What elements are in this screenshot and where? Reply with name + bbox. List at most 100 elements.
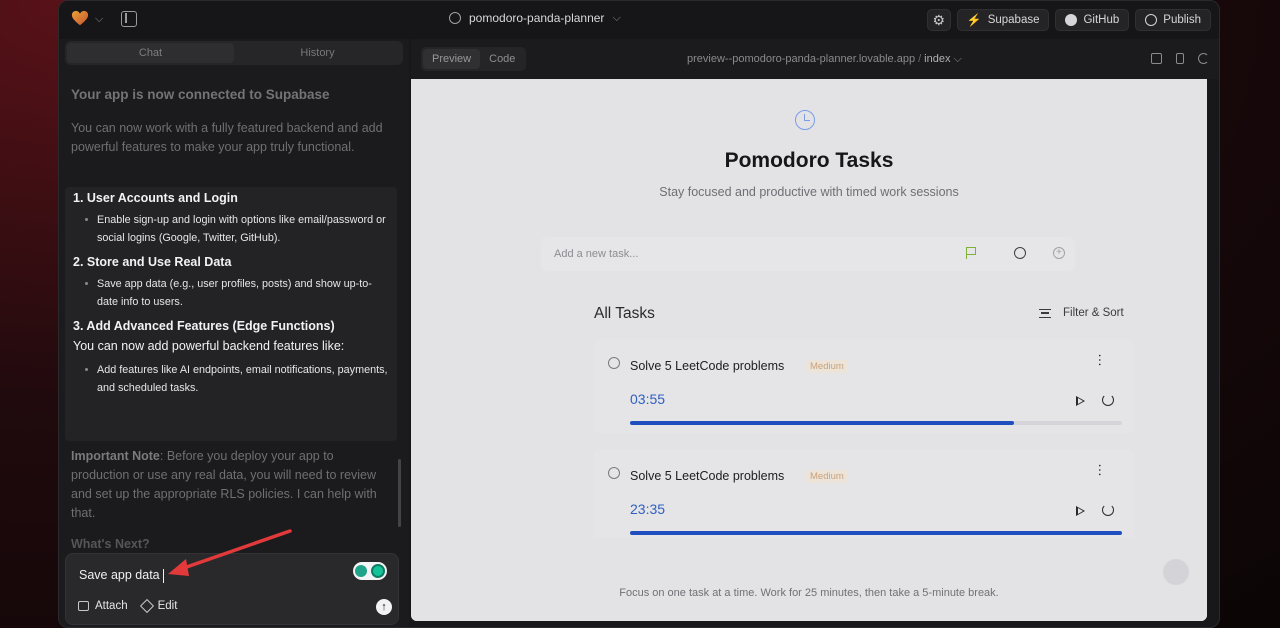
grammarly-widget[interactable]	[353, 562, 387, 580]
tab-code[interactable]: Code	[480, 49, 524, 69]
gear-icon: ⚙	[932, 11, 946, 28]
scroll-top-button[interactable]	[1163, 559, 1189, 585]
app-footer: Focus on one task at a time. Work for 25…	[619, 587, 999, 599]
preview-toolbar: Preview Code preview--pomodoro-panda-pla…	[411, 39, 1219, 79]
url-text: preview--pomodoro-panda-planner.lovable.…	[687, 53, 916, 65]
task-name: Solve 5 LeetCode problems	[630, 359, 785, 373]
note-label: Important Note	[71, 449, 160, 463]
input-actions: Attach Edit	[78, 598, 178, 614]
chat-scrollbar[interactable]	[398, 459, 401, 527]
chat-input[interactable]: Save app data	[79, 568, 164, 583]
progress-bar	[630, 531, 1122, 535]
edit-button[interactable]: Edit	[139, 598, 178, 614]
edit-label: Edit	[157, 600, 178, 612]
list-item: Add features like AI endpoints, email no…	[73, 361, 389, 397]
attach-button[interactable]: Attach	[78, 600, 128, 612]
github-label: GitHub	[1083, 14, 1120, 26]
clock-icon[interactable]	[1014, 247, 1026, 259]
chat-input-value: Save app data	[79, 568, 160, 582]
publish-label: Publish	[1163, 14, 1201, 26]
chat-tabs: Chat History	[65, 41, 403, 65]
task-checkbox[interactable]	[608, 467, 620, 479]
clock-icon	[795, 110, 815, 130]
settings-button[interactable]: ⚙	[926, 9, 951, 31]
play-icon[interactable]	[1076, 396, 1085, 406]
edit-icon	[139, 598, 154, 614]
github-icon	[1065, 14, 1078, 26]
tab-chat[interactable]: Chat	[67, 43, 234, 63]
message-intro: You can now work with a fully featured b…	[71, 121, 383, 154]
preview-frame: Pomodoro Tasks Stay focused and producti…	[411, 79, 1207, 621]
important-note: Important Note: Before you deploy your a…	[71, 447, 391, 523]
progress-fill	[630, 531, 1122, 535]
text-caret	[162, 568, 164, 583]
chevron-down-icon: ⌵	[612, 11, 621, 24]
url-separator: /	[918, 53, 922, 65]
tab-preview[interactable]: Preview	[423, 49, 481, 69]
chevron-down-icon[interactable]: ⌵	[95, 13, 103, 26]
preview-icons	[1151, 53, 1209, 64]
grammarly-assist-icon	[355, 565, 367, 577]
section-title: 3. Add Advanced Features (Edge Functions…	[73, 319, 335, 333]
preview-tabs: Preview Code	[421, 47, 527, 71]
add-task-input[interactable]: Add a new task...	[554, 248, 638, 260]
tab-history[interactable]: History	[234, 43, 401, 63]
message-card: 1. User Accounts and Login Enable sign-u…	[65, 187, 397, 441]
mobile-view-icon[interactable]	[1176, 53, 1184, 64]
play-icon[interactable]	[1076, 506, 1085, 516]
more-options-icon[interactable]: …	[1096, 353, 1112, 366]
section-title: 1. User Accounts and Login	[73, 191, 238, 205]
add-icon[interactable]: +	[1053, 247, 1065, 259]
top-bar: ⌵ pomodoro-panda-planner ⌵ ⚙ ⚡ Supabase …	[59, 1, 1219, 39]
globe-icon	[449, 12, 461, 24]
project-selector[interactable]: pomodoro-panda-planner ⌵	[449, 11, 621, 25]
filter-icon	[1039, 308, 1051, 318]
sidebar-toggle-icon[interactable]	[121, 11, 138, 27]
supabase-label: Supabase	[987, 14, 1040, 26]
flag-icon[interactable]	[966, 247, 976, 259]
list-item: Save app data (e.g., user profiles, post…	[73, 275, 389, 311]
url-page: index	[924, 53, 951, 65]
task-checkbox[interactable]	[608, 357, 620, 369]
priority-badge: Medium	[806, 470, 848, 483]
supabase-button[interactable]: ⚡ Supabase	[956, 9, 1050, 31]
section-title: 2. Store and Use Real Data	[73, 255, 232, 269]
heart-logo-icon[interactable]	[71, 10, 89, 28]
send-button[interactable]: ↑	[376, 599, 392, 615]
progress-fill	[630, 421, 1014, 425]
project-name: pomodoro-panda-planner	[469, 11, 605, 25]
list-item: Enable sign-up and login with options li…	[73, 211, 389, 247]
next-heading: What's Next?	[71, 537, 150, 551]
section-lead: You can now add powerful backend feature…	[73, 339, 345, 353]
task-card: Solve 5 LeetCode problems Medium … 03:55	[594, 339, 1134, 433]
preview-url[interactable]: preview--pomodoro-panda-planner.lovable.…	[687, 53, 962, 66]
progress-bar	[630, 421, 1122, 425]
open-external-icon[interactable]	[1151, 53, 1162, 64]
supabase-icon: ⚡	[966, 13, 982, 27]
reset-icon[interactable]	[1102, 504, 1114, 516]
chat-panel: Chat History Your app is now connected t…	[59, 39, 409, 627]
footer-area	[411, 537, 1207, 621]
app-title: Pomodoro Tasks	[724, 149, 894, 172]
task-timer: 23:35	[630, 501, 666, 517]
globe-icon	[1145, 14, 1158, 26]
publish-button[interactable]: Publish	[1135, 9, 1211, 31]
refresh-icon[interactable]	[1198, 53, 1209, 64]
image-icon	[78, 601, 89, 611]
reset-icon[interactable]	[1102, 394, 1114, 406]
grammarly-logo-icon	[371, 564, 385, 578]
task-timer: 03:55	[630, 391, 666, 407]
priority-badge: Medium	[806, 360, 848, 373]
more-options-icon[interactable]: …	[1096, 463, 1112, 476]
chevron-down-icon: ⌵	[953, 53, 962, 65]
app-window: ⌵ pomodoro-panda-planner ⌵ ⚙ ⚡ Supabase …	[58, 0, 1220, 628]
attach-label: Attach	[95, 600, 128, 612]
top-bar-right: ⚙ ⚡ Supabase GitHub Publish	[926, 9, 1211, 31]
task-card: Solve 5 LeetCode problems Medium … 23:35	[594, 449, 1134, 543]
chat-input-box[interactable]: Save app data Attach Edit ↑	[65, 553, 399, 625]
top-bar-left: ⌵	[71, 10, 138, 28]
filter-sort-button[interactable]: Filter & Sort	[1039, 307, 1124, 319]
filter-label: Filter & Sort	[1063, 307, 1124, 319]
message-heading: Your app is now connected to Supabase	[71, 87, 330, 102]
github-button[interactable]: GitHub	[1055, 9, 1130, 31]
